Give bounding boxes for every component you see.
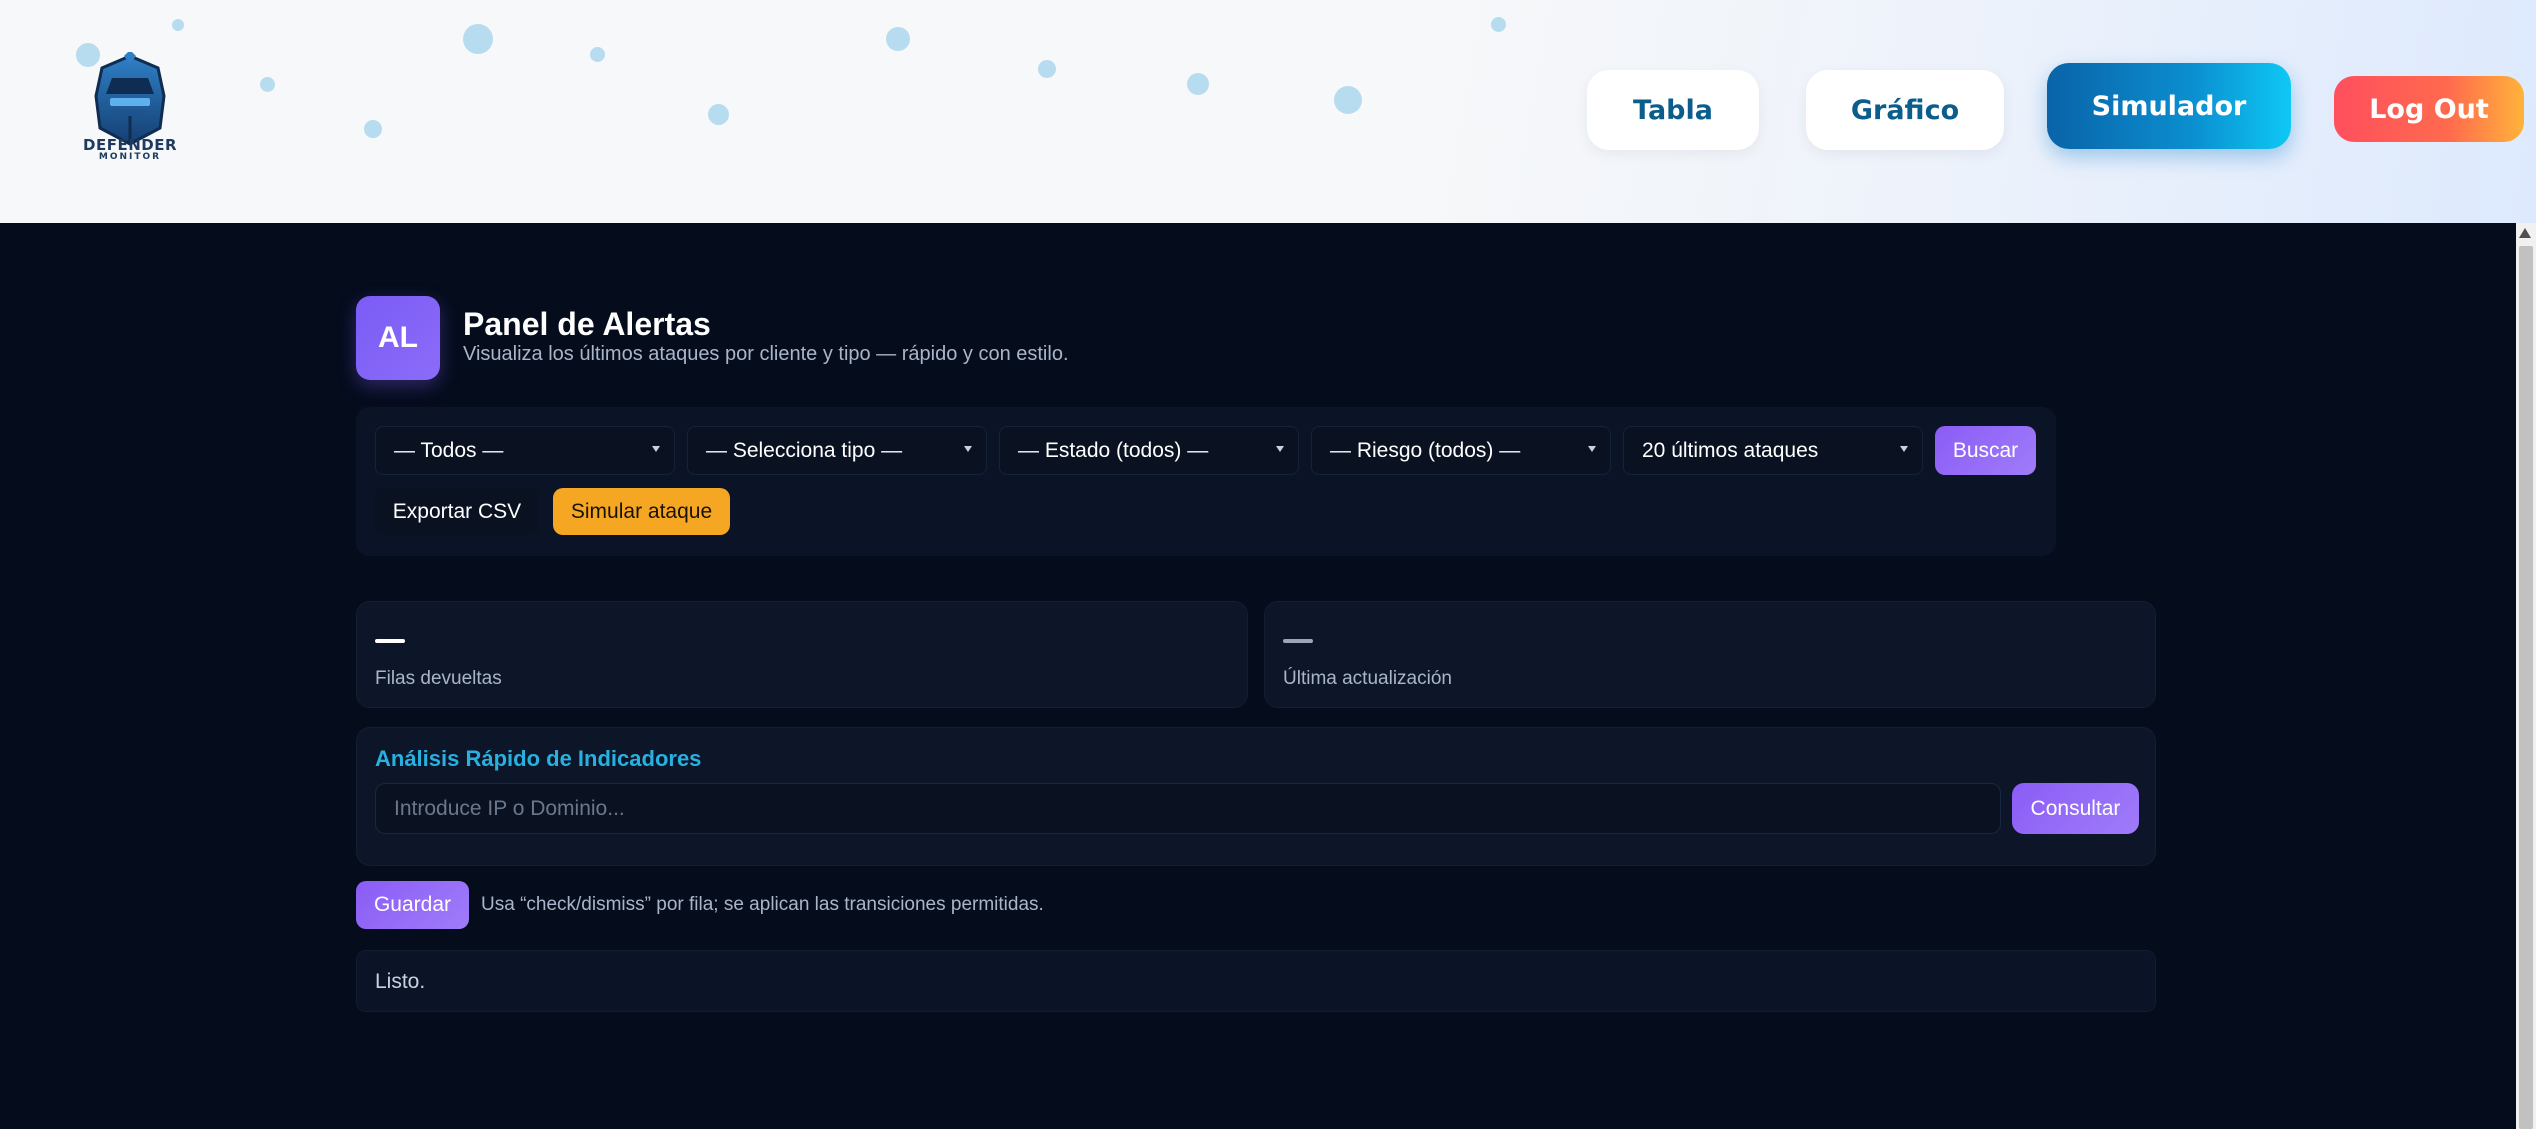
decor-dot	[463, 24, 493, 54]
riesgo-select[interactable]: — Riesgo (todos) —	[1311, 426, 1611, 475]
stat-card-filas: Filas devueltas	[356, 601, 1248, 708]
nav-grafico-button[interactable]: Gráfico	[1806, 70, 2004, 150]
decor-dot	[708, 104, 729, 125]
cliente-select-value: — Todos —	[394, 438, 504, 462]
tipo-select[interactable]: — Selecciona tipo —	[687, 426, 987, 475]
stat-label: Última actualización	[1283, 668, 1452, 689]
status-text: Listo.	[375, 970, 426, 993]
cliente-select[interactable]: — Todos —	[375, 426, 675, 475]
stat-value-placeholder	[375, 639, 405, 643]
nav-tabla-button[interactable]: Tabla	[1587, 70, 1759, 150]
logo-subtitle: MONITOR	[98, 152, 162, 162]
logout-button[interactable]: Log Out	[2334, 76, 2524, 142]
decor-dot	[364, 120, 382, 138]
chevron-down-icon	[652, 446, 660, 452]
chevron-down-icon	[964, 446, 972, 452]
scroll-up-arrow-icon[interactable]	[2519, 228, 2531, 238]
decor-dot	[886, 27, 910, 51]
decor-dot	[590, 47, 605, 62]
chevron-down-icon	[1588, 446, 1596, 452]
stat-label: Filas devueltas	[375, 668, 502, 689]
stat-value-placeholder	[1283, 639, 1313, 643]
estado-select[interactable]: — Estado (todos) —	[999, 426, 1299, 475]
page-title: Panel de Alertas	[463, 306, 711, 342]
decor-dot	[172, 19, 184, 31]
limite-select[interactable]: 20 últimos ataques	[1623, 426, 1923, 475]
riesgo-select-value: — Riesgo (todos) —	[1330, 438, 1521, 462]
decor-dot	[1038, 60, 1056, 78]
page-subtitle: Visualiza los últimos ataques por client…	[463, 343, 1069, 365]
decor-dot	[1334, 86, 1362, 114]
analysis-card: Análisis Rápido de Indicadores Consultar	[356, 727, 2156, 866]
chevron-down-icon	[1276, 446, 1284, 452]
decor-dot	[1491, 17, 1506, 32]
estado-select-value: — Estado (todos) —	[1018, 438, 1209, 462]
consultar-button[interactable]: Consultar	[2012, 783, 2139, 834]
buscar-button[interactable]: Buscar	[1935, 426, 2036, 475]
indicator-input[interactable]	[375, 783, 2001, 834]
top-header: DEFENDER MONITOR Tabla Gráfico Simulador…	[0, 0, 2536, 223]
status-bar: Listo.	[356, 950, 2156, 1012]
nav-simulador-button[interactable]: Simulador	[2047, 63, 2291, 149]
limite-select-value: 20 últimos ataques	[1642, 438, 1819, 462]
chevron-down-icon	[1900, 446, 1908, 452]
stat-card-actualizacion: Última actualización	[1264, 601, 2156, 708]
decor-dot	[1187, 73, 1209, 95]
tipo-select-value: — Selecciona tipo —	[706, 438, 903, 462]
guardar-hint: Usa “check/dismiss” por fila; se aplican…	[481, 894, 1044, 915]
exportar-csv-button[interactable]: Exportar CSV	[375, 488, 539, 535]
decor-dot	[260, 77, 275, 92]
guardar-button[interactable]: Guardar	[356, 881, 469, 929]
analysis-title: Análisis Rápido de Indicadores	[375, 746, 702, 771]
panel-badge: AL	[356, 296, 440, 380]
scrollbar-thumb[interactable]	[2519, 246, 2533, 1129]
simular-ataque-button[interactable]: Simular ataque	[553, 488, 730, 535]
